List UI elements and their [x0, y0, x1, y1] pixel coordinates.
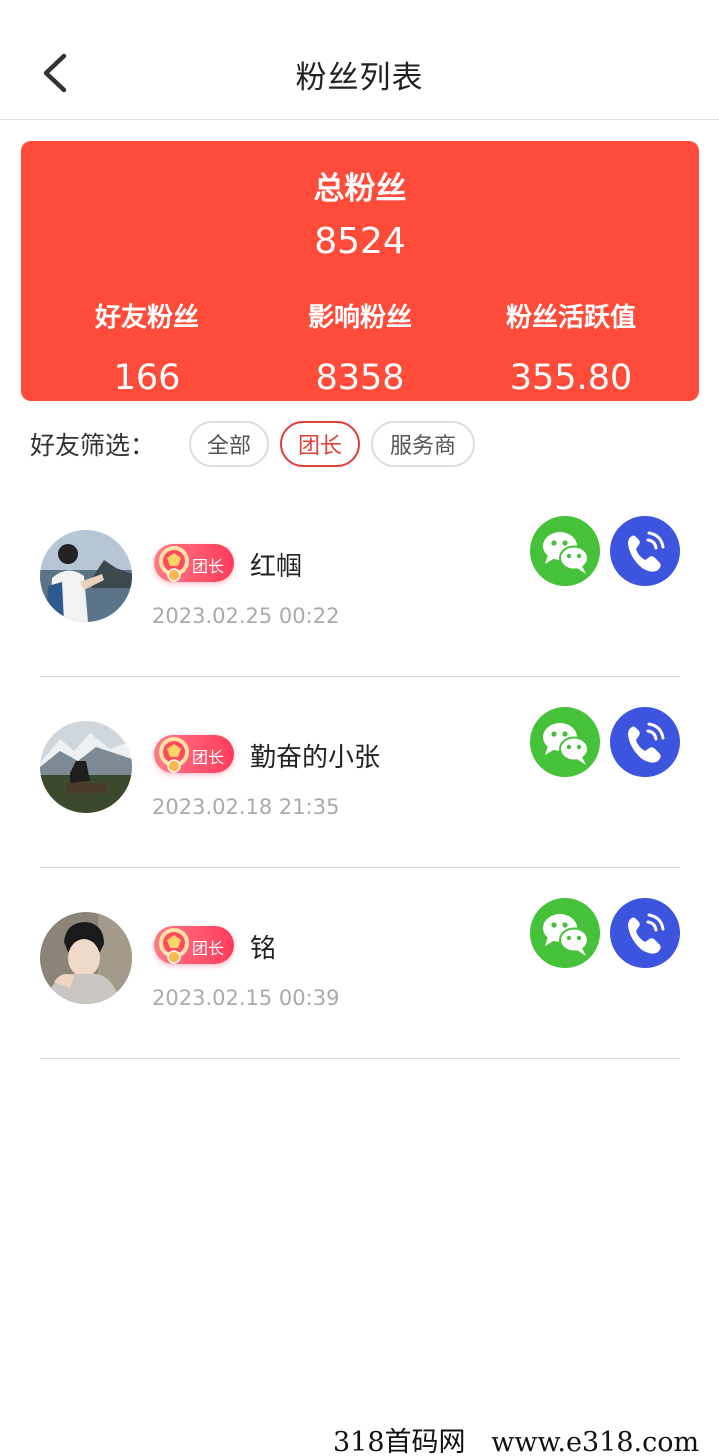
stat-value: 166 — [113, 358, 181, 398]
list-item[interactable]: 团长 铭 2023.02.15 00:39 — [40, 868, 680, 1059]
filter-chip-leader[interactable]: 团长 — [280, 421, 361, 467]
avatar — [40, 530, 132, 622]
phone-icon — [628, 722, 665, 763]
medal-icon — [159, 928, 189, 964]
join-time: 2023.02.15 00:39 — [152, 986, 340, 1010]
wechat-icon — [543, 914, 589, 956]
medal-icon — [159, 737, 189, 773]
wechat-icon — [543, 723, 589, 765]
filter-label: 好友筛选： — [30, 431, 156, 460]
friend-filter: 好友筛选： 全部 团长 服务商 — [30, 421, 486, 467]
medal-icon — [159, 546, 189, 582]
phone-icon — [628, 531, 665, 572]
role-badge: 团长 — [154, 735, 234, 773]
role-badge: 团长 — [154, 926, 234, 964]
stat-label: 好友粉丝 — [94, 303, 199, 333]
call-button[interactable] — [610, 707, 680, 777]
page-title: 粉丝列表 — [295, 60, 424, 96]
list-item[interactable]: 团长 红帼 2023.02.25 00:22 — [40, 486, 680, 677]
stat-value: 355.80 — [509, 358, 633, 398]
fans-summary-card: 总粉丝 8524 好友粉丝 166 影响粉丝 8358 粉丝活跃值 355.80 — [21, 141, 699, 401]
watermark: 318首码网 www.e318.com — [333, 1427, 700, 1456]
total-fans-value: 8524 — [314, 221, 406, 262]
stat-value: 8358 — [315, 358, 405, 398]
fan-name: 勤奋的小张 — [250, 743, 381, 773]
wechat-icon — [543, 532, 589, 574]
badge-label: 团长 — [192, 939, 225, 958]
call-button[interactable] — [610, 898, 680, 968]
wechat-button[interactable] — [530, 898, 600, 968]
list-item[interactable]: 团长 勤奋的小张 2023.02.18 21:35 — [40, 677, 680, 868]
total-fans-label: 总粉丝 — [313, 171, 407, 207]
avatar — [40, 912, 132, 1004]
stat-friend-fans: 好友粉丝 166 — [34, 297, 260, 398]
fan-name: 红帼 — [250, 552, 303, 582]
wechat-button[interactable] — [530, 707, 600, 777]
filter-chip-all[interactable]: 全部 — [189, 421, 270, 467]
badge-label: 团长 — [192, 557, 225, 576]
header: 粉丝列表 — [0, 0, 719, 120]
phone-icon — [628, 913, 665, 954]
join-time: 2023.02.25 00:22 — [152, 604, 340, 628]
fan-name: 铭 — [250, 934, 277, 964]
join-time: 2023.02.18 21:35 — [152, 795, 340, 819]
role-badge: 团长 — [154, 544, 234, 582]
badge-label: 团长 — [192, 748, 225, 767]
stat-activity-value: 粉丝活跃值 355.80 — [458, 297, 684, 398]
stat-influence-fans: 影响粉丝 8358 — [247, 297, 473, 398]
wechat-button[interactable] — [530, 516, 600, 586]
stat-label: 影响粉丝 — [307, 303, 412, 333]
filter-chip-provider[interactable]: 服务商 — [371, 421, 476, 467]
fans-list: 团长 红帼 2023.02.25 00:22 团长 勤奋的小张 2023.02.… — [40, 486, 680, 1059]
stat-label: 粉丝活跃值 — [505, 303, 636, 333]
call-button[interactable] — [610, 516, 680, 586]
avatar — [40, 721, 132, 813]
